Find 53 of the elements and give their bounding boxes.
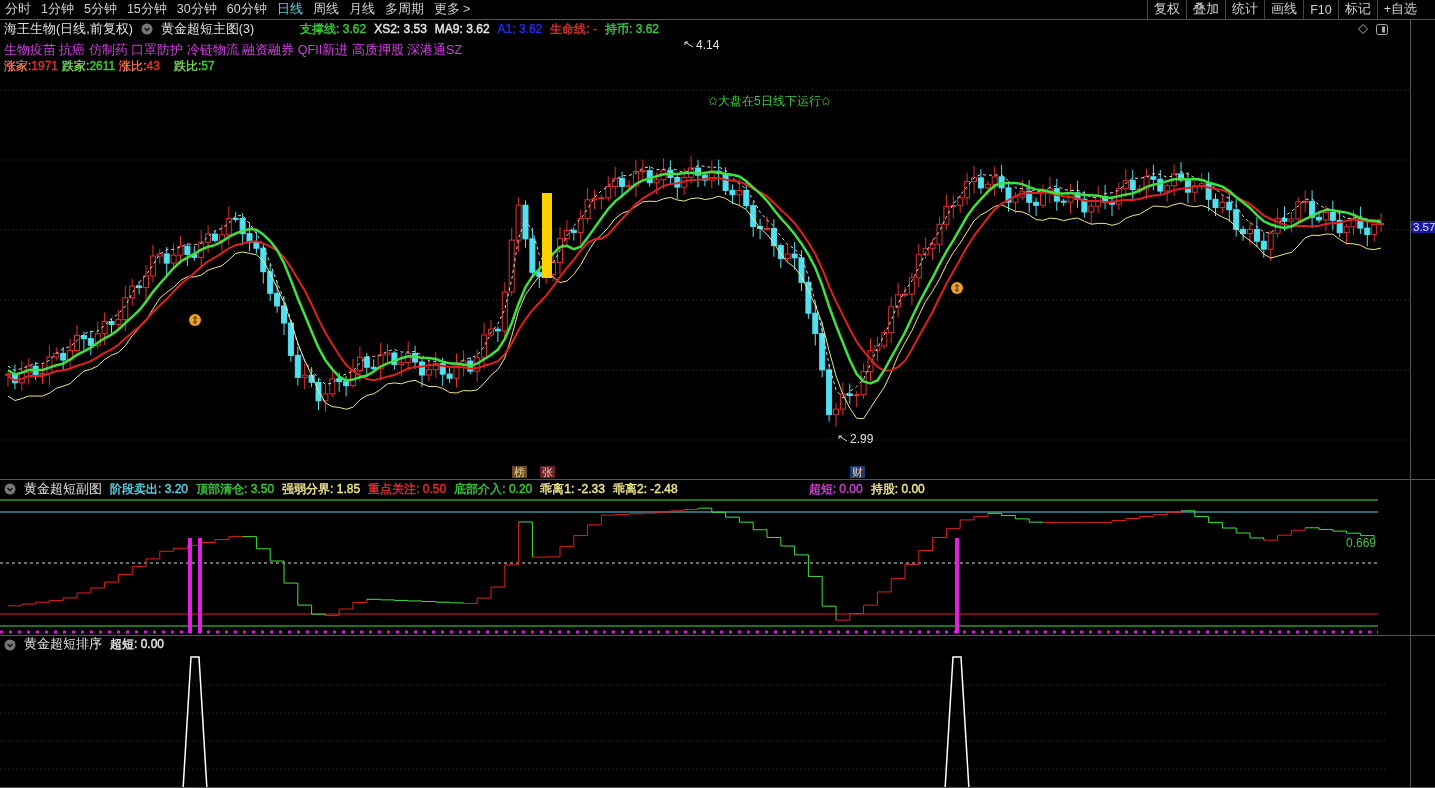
breadth-stat: 跌比:57: [173, 58, 215, 74]
period-tab[interactable]: 周线: [307, 1, 344, 18]
axis-value: 0.669: [1346, 536, 1377, 551]
period-tab[interactable]: 多周期: [379, 1, 429, 18]
dropdown-icon[interactable]: [4, 638, 16, 651]
legend-item: 超短: 0.00: [110, 636, 165, 654]
money-bag-icon: [189, 314, 201, 326]
period-tab[interactable]: 更多 >: [428, 1, 476, 18]
legend-item: XS2: 3.53: [374, 22, 427, 36]
panel-toggle-icon[interactable]: [1376, 23, 1388, 35]
legend-item: 生命线: -: [550, 20, 597, 38]
period-tab[interactable]: 30分钟: [171, 1, 222, 18]
legend-item: 强弱分界: 1.85: [282, 480, 361, 498]
legend-item: 阶段卖出: 3.20: [110, 480, 189, 498]
indicator-name: 黄金超短排序: [24, 636, 102, 654]
period-tab[interactable]: 60分钟: [221, 1, 272, 18]
low-price-label: 2.99: [850, 432, 874, 446]
period-tab[interactable]: 分时: [0, 1, 36, 18]
legend-item: 支撑线: 3.62: [300, 20, 367, 38]
diamond-icon[interactable]: [1358, 24, 1368, 34]
breadth-stat: 涨比:43: [119, 58, 160, 74]
legend-item: MA9: 3.62: [434, 22, 490, 36]
legend-item: 持股: 0.00: [870, 480, 925, 498]
stock-title: 海王生物(日线,前复权): [4, 20, 133, 38]
price-tag: 3.57: [1411, 221, 1435, 233]
money-bag-icon: [951, 282, 963, 294]
indicator-name: 黄金超短副图: [24, 480, 102, 498]
legend-item: 超短: 0.00: [808, 480, 863, 498]
concept-tags: 生物疫苗 抗癌 仿制药 口罩防护 冷链物流 融资融券 QFII新进 高质押股 深港通SZ: [4, 42, 463, 58]
leader-line: [684, 41, 694, 49]
period-tab[interactable]: 1分钟: [36, 1, 79, 18]
breadth-stat: 涨家:1971: [4, 58, 59, 74]
breadth-stat: 跌家:2611: [62, 58, 116, 74]
legend-item: 顶部清仓: 3.50: [196, 480, 275, 498]
dropdown-icon[interactable]: [140, 23, 153, 35]
legend-item: 乖离2: -2.48: [612, 480, 678, 498]
period-tab[interactable]: 15分钟: [121, 1, 172, 18]
legend-item: 底部介入: 0.20: [454, 480, 533, 498]
event-badge: 财: [850, 466, 865, 478]
period-tab[interactable]: 日线: [271, 1, 308, 18]
legend-item: 重点关注: 0.50: [368, 480, 447, 498]
legend-item: A1: 3.62: [497, 22, 543, 36]
high-price-label: 4.14: [696, 38, 720, 52]
legend-item: 持币: 3.62: [605, 20, 660, 38]
leader-line: [838, 435, 848, 443]
dropdown-icon[interactable]: [4, 483, 16, 496]
event-badge: 张: [540, 466, 555, 478]
period-tab[interactable]: 5分钟: [78, 1, 122, 18]
period-tab[interactable]: 月线: [343, 1, 380, 18]
event-badge: 榜: [512, 466, 527, 478]
legend-item: 乖离1: -2.33: [540, 480, 605, 498]
indicator-name: 黄金超短主图(3): [160, 20, 255, 38]
market-notice: ✩大盘在5日线下运行✩: [708, 94, 831, 108]
